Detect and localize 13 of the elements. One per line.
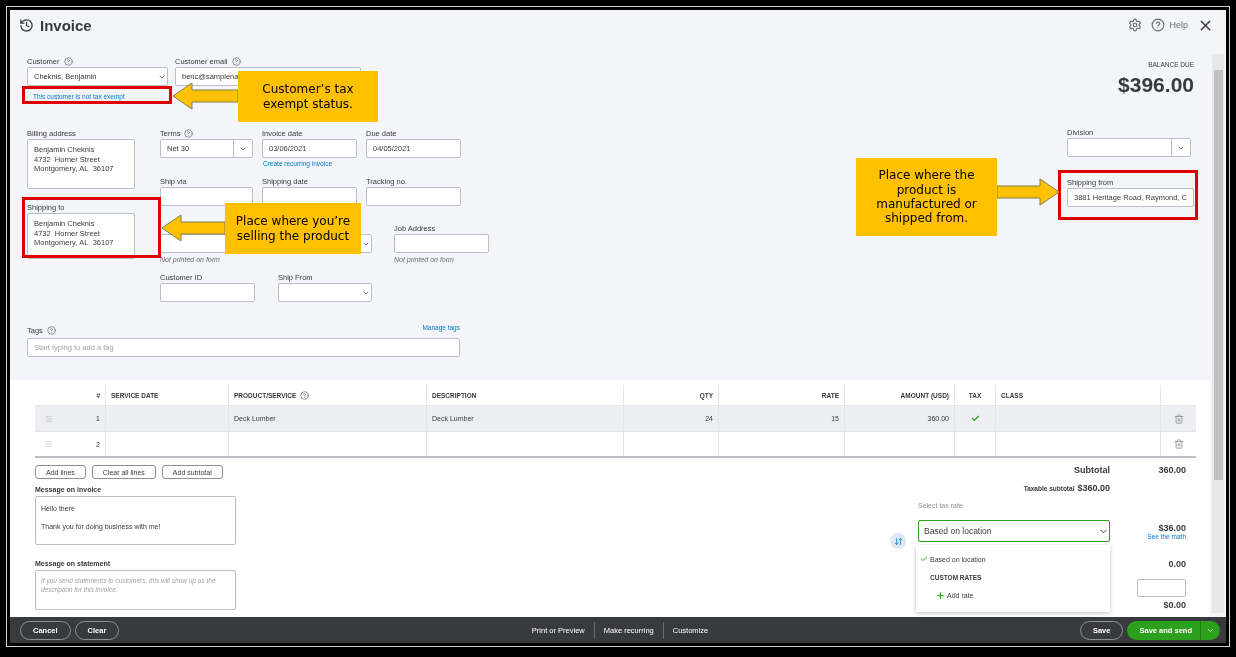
tax-rate-select[interactable]: Based on location — [918, 520, 1110, 542]
callout-tooltip: Place where the product is manufactured or shipped from. — [856, 158, 997, 236]
subtotal-value: 360.00 — [1157, 465, 1186, 475]
help-button[interactable]: Help — [1151, 18, 1188, 32]
balance-amount: $396.00 — [1118, 73, 1194, 97]
total-value: $0.00 — [1162, 600, 1186, 610]
taxable-value: $360.00 — [1077, 483, 1110, 493]
subtotal-label: Subtotal — [1074, 465, 1110, 475]
discount-value: 0.00 — [1167, 559, 1186, 569]
callout-tooltip: Place where you’re selling the product — [225, 203, 361, 254]
window-title: Invoice — [40, 16, 92, 34]
tax-value: $36.00 — [1158, 522, 1186, 533]
callout-tooltip: Customer’s tax exempt status. — [238, 71, 378, 122]
